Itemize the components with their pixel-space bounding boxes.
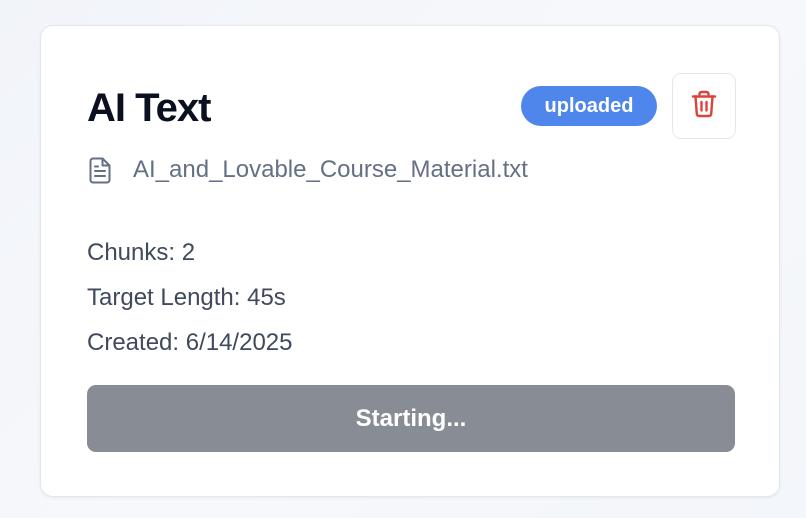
file-name: AI_and_Lovable_Course_Material.txt (133, 156, 528, 183)
starting-button[interactable]: Starting... (87, 385, 735, 452)
created-date: Created: 6/14/2025 (87, 329, 293, 356)
delete-button[interactable] (672, 73, 736, 139)
document-card: AI Text uploaded AI_and_Lovable_Course_M… (40, 25, 780, 497)
file-info: AI_and_Lovable_Course_Material.txt (87, 154, 528, 186)
trash-icon (691, 90, 717, 123)
card-title: AI Text (87, 86, 211, 130)
target-length: Target Length: 45s (87, 284, 286, 311)
file-text-icon (87, 156, 113, 184)
status-badge: uploaded (521, 86, 657, 126)
chunks-count: Chunks: 2 (87, 239, 196, 266)
